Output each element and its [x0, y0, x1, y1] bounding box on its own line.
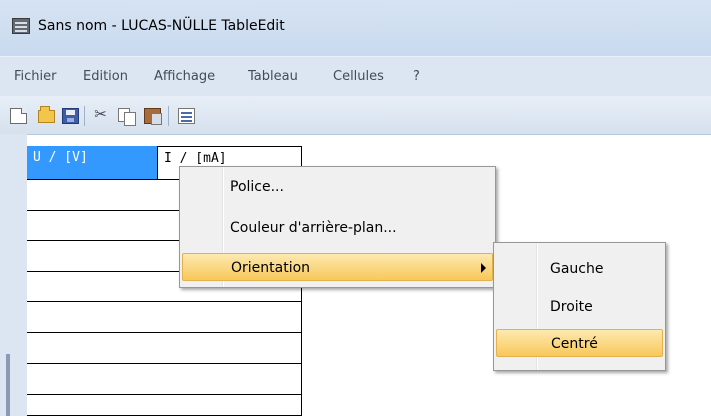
table-cell[interactable]	[157, 302, 302, 333]
table-cell[interactable]	[157, 333, 302, 364]
orientation-submenu: Gauche Droite Centré	[493, 242, 666, 371]
menu-item-police[interactable]: Police...	[182, 173, 493, 201]
menu-bar: Fichier Edition Affichage Tableau Cellul…	[0, 56, 711, 97]
cut-icon[interactable]: ✂	[92, 105, 109, 123]
toolbar-separator	[168, 106, 169, 126]
copy-icon[interactable]	[118, 108, 136, 126]
menu-item-label: Couleur d'arrière-plan...	[230, 220, 397, 236]
menu-item-orientation[interactable]: Orientation	[182, 253, 493, 281]
table-cell[interactable]	[27, 272, 158, 302]
table-cell[interactable]	[27, 211, 158, 241]
properties-icon[interactable]	[178, 108, 195, 124]
title-bar: Sans nom - LUCAS-NÜLLE TableEdit	[0, 0, 711, 57]
save-icon[interactable]	[62, 108, 79, 124]
menu-item-label: Droite	[550, 299, 593, 315]
menu-item-label: Police...	[230, 179, 284, 195]
menu-affichage[interactable]: Affichage	[154, 69, 215, 84]
menu-item-centre[interactable]: Centré	[496, 329, 663, 357]
toolbar: ✂	[0, 96, 711, 135]
menu-item-label: Orientation	[231, 260, 311, 276]
menu-item-droite[interactable]: Droite	[496, 293, 663, 321]
open-icon[interactable]	[38, 106, 55, 123]
table-cell[interactable]	[157, 364, 302, 395]
table-cell[interactable]	[27, 241, 158, 272]
menu-item-label: Centré	[551, 336, 598, 352]
table-cell[interactable]	[27, 364, 158, 395]
table-cell[interactable]	[27, 180, 158, 211]
toolbar-separator	[84, 106, 85, 126]
table-cell[interactable]	[27, 302, 158, 333]
menu-tableau[interactable]: Tableau	[248, 69, 298, 84]
new-icon[interactable]	[10, 108, 27, 124]
menu-fichier[interactable]: Fichier	[14, 69, 57, 84]
table-cell[interactable]	[157, 395, 302, 416]
app-icon	[12, 18, 30, 34]
submenu-arrow-icon	[481, 263, 486, 273]
menu-edition[interactable]: Edition	[83, 69, 128, 84]
menu-cellules[interactable]: Cellules	[333, 69, 384, 84]
menu-help[interactable]: ?	[413, 69, 420, 84]
table-cell[interactable]	[27, 333, 158, 364]
context-menu: Police... Couleur d'arrière-plan... Orie…	[179, 166, 496, 288]
menu-item-gauche[interactable]: Gauche	[496, 255, 663, 283]
paste-icon[interactable]	[144, 108, 162, 125]
menu-item-label: Gauche	[550, 261, 604, 277]
table-cell[interactable]	[27, 395, 158, 416]
window-title: Sans nom - LUCAS-NÜLLE TableEdit	[38, 18, 285, 34]
header-cell-u[interactable]: U / [V]	[27, 146, 158, 180]
menu-item-couleur[interactable]: Couleur d'arrière-plan...	[182, 214, 493, 242]
